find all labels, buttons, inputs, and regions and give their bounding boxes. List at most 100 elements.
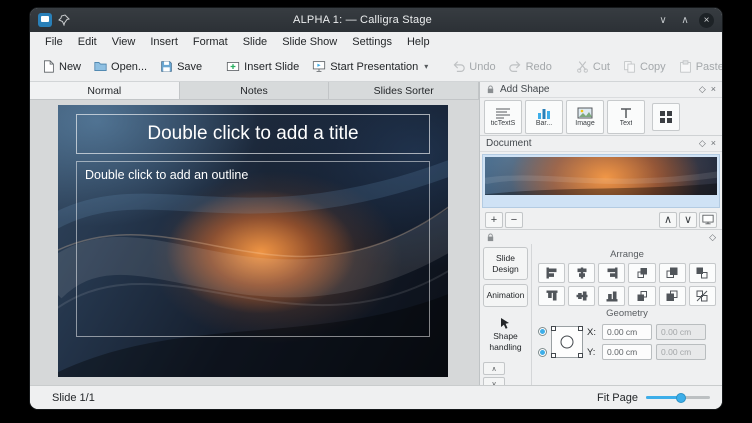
- menu-settings[interactable]: Settings: [345, 34, 399, 50]
- outline-placeholder[interactable]: Double click to add an outline: [76, 161, 430, 337]
- align-hcenter-button[interactable]: [568, 263, 595, 283]
- shape-template-text[interactable]: Text: [607, 100, 645, 134]
- open-folder-icon: [94, 60, 107, 73]
- shade-icon[interactable]: ∨: [655, 12, 671, 28]
- align-vcenter-button[interactable]: [568, 286, 595, 306]
- save-button[interactable]: Save: [154, 57, 208, 76]
- slide-canvas[interactable]: Double click to add a title Double click…: [58, 105, 448, 377]
- y-label: Y:: [587, 347, 598, 358]
- y-position-field[interactable]: 0.00 cm: [602, 344, 652, 360]
- menu-view[interactable]: View: [105, 34, 143, 50]
- anchor-center-handle: [561, 336, 574, 349]
- remove-slide-button[interactable]: −: [505, 212, 523, 228]
- new-document-icon: [42, 60, 55, 73]
- tool-options-body: Slide Design Animation Shape handling ∧ …: [480, 244, 722, 385]
- title-placeholder[interactable]: Double click to add a title: [76, 114, 430, 154]
- zoom-slider[interactable]: [646, 396, 710, 399]
- main-content: Normal Notes Slides Sorter Double click …: [30, 82, 722, 385]
- scroll-up-button[interactable]: ∧: [483, 362, 505, 375]
- tool-tab-slide-design[interactable]: Slide Design: [483, 247, 528, 280]
- undo-button[interactable]: Undo: [446, 57, 501, 76]
- send-to-back-button[interactable]: [659, 286, 686, 306]
- save-icon: [160, 60, 173, 73]
- copy-button[interactable]: Copy: [617, 57, 672, 76]
- close-docker-icon[interactable]: ×: [711, 85, 716, 94]
- lock-icon: [486, 85, 495, 94]
- window-title: ALPHA 1: — Calligra Stage: [76, 14, 649, 26]
- align-bottom-button[interactable]: [598, 286, 625, 306]
- shape-grid-icon: [659, 110, 673, 124]
- new-button[interactable]: New: [36, 57, 87, 76]
- align-left-button[interactable]: [538, 263, 565, 283]
- chevron-down-icon: ▾: [424, 62, 428, 71]
- menu-slide-show[interactable]: Slide Show: [275, 34, 344, 50]
- slide-list: [482, 154, 720, 208]
- paste-button[interactable]: Paste: [673, 57, 722, 76]
- app-window: ALPHA 1: — Calligra Stage ∨ ∧ × File Edi…: [30, 8, 722, 409]
- float-docker-icon[interactable]: ◇: [699, 85, 706, 94]
- menu-slide[interactable]: Slide: [236, 34, 274, 50]
- document-docker-toolbar: + − ∧ ∨: [480, 210, 722, 230]
- docker-panel: Add Shape ◇ × ticTextS Bar... Image: [480, 82, 722, 385]
- slideshow-view-button[interactable]: [699, 212, 717, 228]
- editor-column: Normal Notes Slides Sorter Double click …: [30, 82, 480, 385]
- zoom-slider-handle[interactable]: [676, 393, 686, 403]
- group-shapes-button[interactable]: [689, 263, 716, 283]
- anchor-position-widget[interactable]: [551, 326, 583, 358]
- align-right-button[interactable]: [598, 263, 625, 283]
- redo-button[interactable]: Redo: [503, 57, 558, 76]
- float-docker-icon[interactable]: ◇: [709, 233, 716, 242]
- view-tabbar: Normal Notes Slides Sorter: [30, 82, 479, 100]
- menu-help[interactable]: Help: [400, 34, 437, 50]
- float-docker-icon[interactable]: ◇: [699, 139, 706, 148]
- x-position-field[interactable]: 0.00 cm: [602, 324, 652, 340]
- pin-icon[interactable]: [58, 14, 70, 26]
- tool-options-header: ◇: [480, 230, 722, 244]
- menu-insert[interactable]: Insert: [143, 34, 185, 50]
- raise-shape-button[interactable]: [628, 263, 655, 283]
- shape-template-image[interactable]: Image: [566, 100, 604, 134]
- ungroup-shapes-button[interactable]: [689, 286, 716, 306]
- more-shapes-button[interactable]: [652, 103, 680, 131]
- image-icon: [577, 107, 593, 119]
- open-button[interactable]: Open...: [88, 57, 153, 76]
- align-top-button[interactable]: [538, 286, 565, 306]
- width-field[interactable]: 0.00 cm: [656, 324, 706, 340]
- screen-icon: [702, 214, 714, 225]
- position-radio[interactable]: [538, 327, 547, 336]
- insert-slide-icon: [226, 60, 240, 73]
- tab-normal[interactable]: Normal: [30, 82, 180, 99]
- height-field[interactable]: 0.00 cm: [656, 344, 706, 360]
- slide-thumbnail[interactable]: [485, 157, 717, 195]
- arrange-grid: [538, 263, 716, 306]
- size-radio[interactable]: [538, 348, 547, 357]
- maximize-icon[interactable]: ∧: [677, 12, 693, 28]
- tool-tab-shape-handling[interactable]: Shape handling: [483, 311, 528, 358]
- move-slide-down-button[interactable]: ∨: [679, 212, 697, 228]
- menu-file[interactable]: File: [38, 34, 70, 50]
- cursor-arrow-icon: [500, 317, 511, 329]
- insert-slide-button[interactable]: Insert Slide: [220, 57, 305, 76]
- undo-icon: [452, 60, 465, 73]
- cut-button[interactable]: Cut: [570, 57, 616, 76]
- paste-icon: [679, 60, 692, 73]
- statusbar: Slide 1/1 Fit Page: [30, 385, 722, 409]
- close-docker-icon[interactable]: ×: [711, 139, 716, 148]
- tool-tab-animation[interactable]: Animation: [483, 284, 528, 307]
- shape-tool-options: Arrange: [532, 244, 722, 385]
- add-slide-button[interactable]: +: [485, 212, 503, 228]
- lower-shape-button[interactable]: [628, 286, 655, 306]
- shape-template-text-lines[interactable]: ticTextS: [484, 100, 522, 134]
- tab-slides-sorter[interactable]: Slides Sorter: [329, 82, 479, 99]
- start-presentation-button[interactable]: Start Presentation ▾: [306, 57, 434, 76]
- close-icon[interactable]: ×: [699, 13, 714, 28]
- lock-icon: [486, 233, 495, 242]
- slide-canvas-area: Double click to add a title Double click…: [30, 100, 479, 385]
- menu-format[interactable]: Format: [186, 34, 235, 50]
- shape-template-chart[interactable]: Bar...: [525, 100, 563, 134]
- move-slide-up-button[interactable]: ∧: [659, 212, 677, 228]
- menu-edit[interactable]: Edit: [71, 34, 104, 50]
- app-icon: [38, 13, 52, 27]
- tab-notes[interactable]: Notes: [180, 82, 330, 99]
- bring-to-front-button[interactable]: [659, 263, 686, 283]
